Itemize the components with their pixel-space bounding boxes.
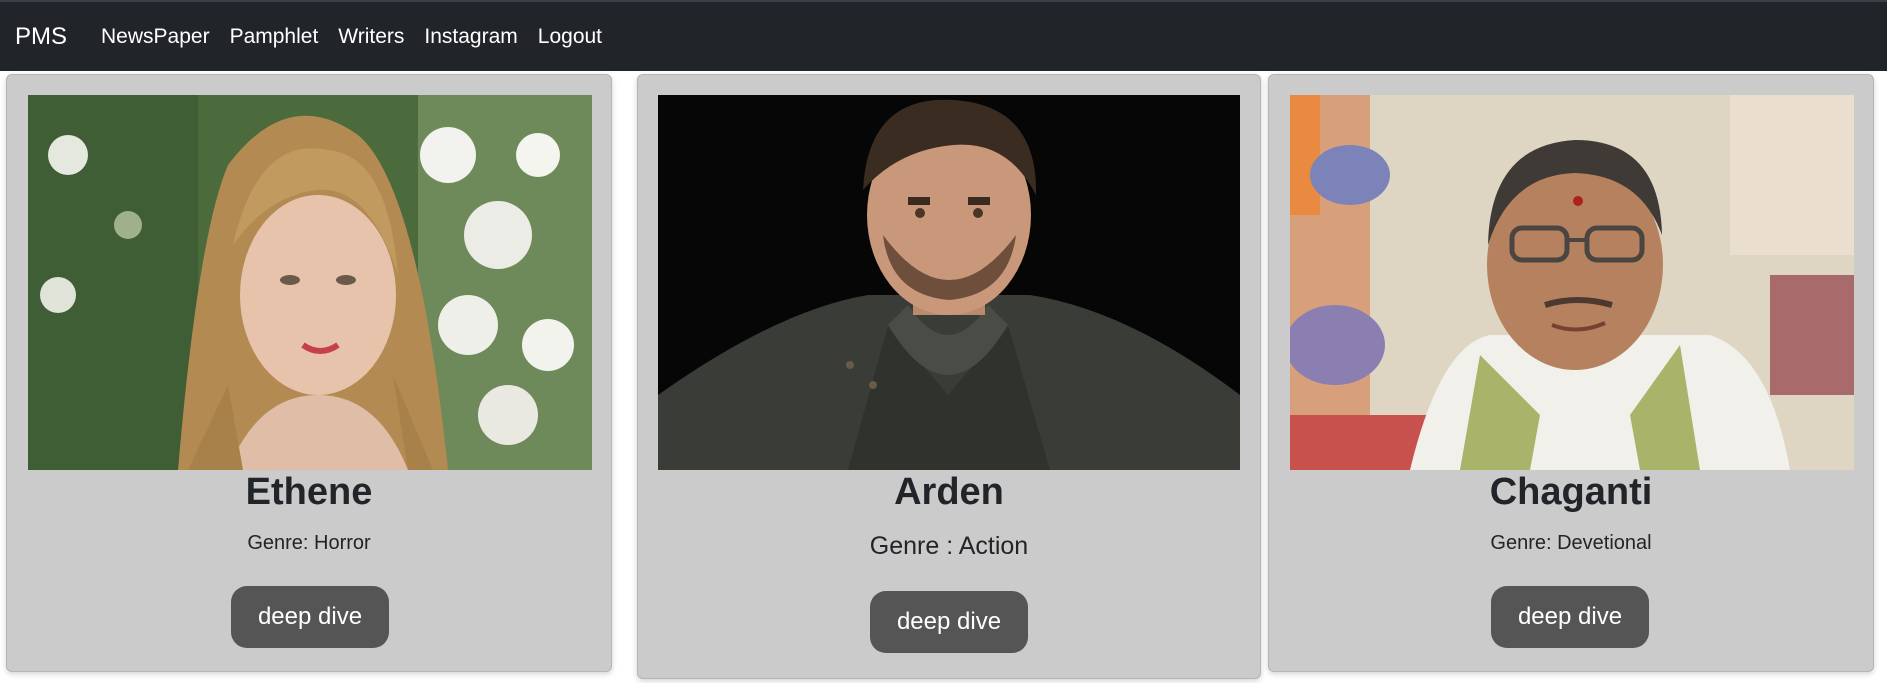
nav-link-writers[interactable]: Writers bbox=[338, 25, 404, 49]
writer-card-chaganti: Chaganti Genre: Devetional deep dive bbox=[1268, 74, 1874, 672]
deep-dive-button[interactable]: deep dive bbox=[1491, 586, 1649, 648]
writer-genre: Genre: Devetional bbox=[1490, 532, 1652, 554]
brand-logo[interactable]: PMS bbox=[15, 23, 67, 51]
nav-link-newspaper[interactable]: NewsPaper bbox=[101, 25, 210, 49]
deep-dive-button[interactable]: deep dive bbox=[231, 586, 389, 648]
writer-genre: Genre: Horror bbox=[247, 532, 371, 554]
nav-link-instagram[interactable]: Instagram bbox=[424, 25, 517, 49]
writer-photo bbox=[1290, 95, 1854, 470]
nav-link-pamphlet[interactable]: Pamphlet bbox=[230, 25, 319, 49]
writer-name: Ethene bbox=[245, 471, 373, 513]
top-navbar: PMS NewsPaper Pamphlet Writers Instagram… bbox=[0, 0, 1887, 71]
writer-card-ethene: Ethene Genre: Horror deep dive bbox=[6, 74, 612, 672]
nav-link-logout[interactable]: Logout bbox=[538, 25, 602, 49]
writer-name: Arden bbox=[894, 471, 1004, 513]
writer-card-arden: Arden Genre : Action deep dive bbox=[637, 74, 1261, 679]
writer-photo bbox=[658, 95, 1240, 470]
deep-dive-button[interactable]: deep dive bbox=[870, 591, 1028, 653]
writer-genre: Genre : Action bbox=[869, 532, 1029, 560]
writer-name: Chaganti bbox=[1489, 471, 1653, 513]
writer-photo bbox=[28, 95, 592, 470]
